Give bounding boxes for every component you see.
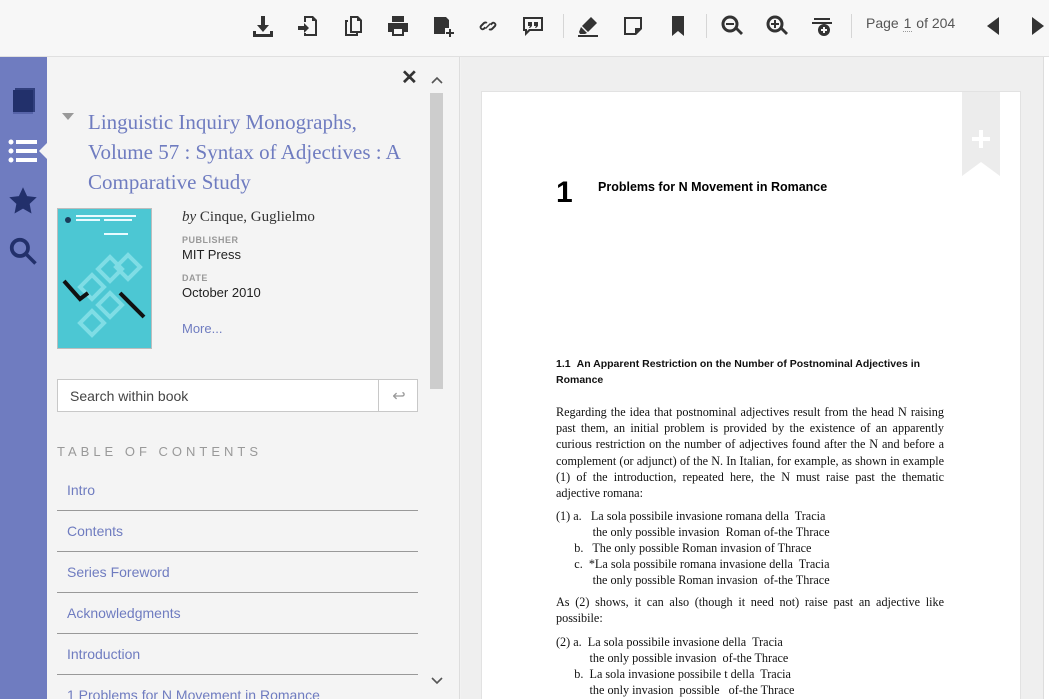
toc-item-introduction[interactable]: Introduction [57, 634, 418, 675]
paragraph-text: Regarding the idea that postnominal adje… [556, 405, 944, 501]
viewer-right-edge [1043, 57, 1049, 699]
fit-page-icon[interactable] [809, 12, 835, 40]
toc-item-intro[interactable]: Intro [57, 470, 418, 511]
note-icon[interactable] [620, 12, 646, 40]
author-name: Cinque, Guglielmo [199, 209, 315, 225]
panel-scrollbar[interactable] [428, 57, 445, 699]
toc-item-chapter-1[interactable]: 1 Problems for N Movement in Romance [57, 675, 418, 699]
paragraph-2: As (2) shows, it can also (though it nee… [556, 594, 944, 626]
example-1: (1) a. La sola possibile invasione roman… [556, 508, 956, 588]
search-icon[interactable] [6, 234, 40, 268]
export-icon[interactable] [295, 12, 321, 40]
page-number-input[interactable]: 1 [902, 15, 913, 32]
zoom-out-icon[interactable] [719, 12, 745, 40]
print-icon[interactable] [385, 12, 411, 40]
close-panel-button[interactable]: ✕ [401, 65, 418, 90]
scroll-down-icon[interactable] [430, 674, 443, 688]
example-line: c. *La sola possibile romana invasione d… [556, 557, 830, 571]
link-icon[interactable] [475, 12, 501, 40]
by-prefix: by [182, 209, 197, 225]
example-2: (2) a. La sola possibile invasione della… [556, 634, 956, 698]
bookmark-icon[interactable] [665, 12, 691, 40]
document-page: 1 Problems for N Movement in Romance 1.1… [481, 91, 1021, 699]
more-details-link[interactable]: More... [182, 321, 422, 336]
chapter-title: Problems for N Movement in Romance [598, 180, 828, 194]
author-line: by Cinque, Guglielmo [182, 209, 422, 226]
publisher-value: MIT Press [182, 247, 241, 262]
search-submit-icon[interactable]: ↩ [380, 380, 418, 411]
page-bookmark-icon[interactable] [962, 92, 1000, 176]
chapter-number: 1 [556, 176, 573, 209]
page-label-suffix: of 204 [916, 15, 956, 31]
publisher-block: PUBLISHER MIT Press [182, 235, 422, 262]
date-value: October 2010 [182, 285, 261, 300]
page-label-prefix: Page [866, 15, 899, 31]
collapse-details-icon[interactable] [62, 113, 74, 120]
search-input[interactable] [58, 380, 379, 411]
paragraph-1: Regarding the idea that postnominal adje… [556, 404, 944, 501]
example-line: b. The only possible Roman invasion of T… [556, 541, 812, 555]
example-line: the only possible invasion Roman of-the … [556, 525, 830, 539]
next-page-icon[interactable] [1024, 12, 1049, 40]
example-line: (1) a. La sola possibile invasione roman… [556, 509, 826, 523]
toolbar-divider [563, 14, 564, 38]
book-details-panel: ✕ Linguistic Inquiry Monographs, Volume … [47, 57, 428, 699]
copy-icon[interactable] [340, 12, 366, 40]
document-viewer[interactable]: 1 Problems for N Movement in Romance 1.1… [461, 57, 1049, 699]
scroll-up-icon[interactable] [430, 73, 443, 87]
example-line: the only possible invasion of-the Thrace [556, 651, 789, 665]
toc-item-acknowledgments[interactable]: Acknowledgments [57, 593, 418, 634]
page-indicator[interactable]: Page 1 of 204 [866, 15, 956, 32]
download-icon[interactable] [250, 12, 276, 40]
toolbar-divider [706, 14, 707, 38]
example-line: (2) a. La sola possibile invasione della… [556, 635, 783, 649]
section-number: 1.1 [556, 358, 571, 370]
section-heading: 1.1 An Apparent Restriction on the Number… [556, 356, 936, 388]
book-title[interactable]: Linguistic Inquiry Monographs, Volume 57… [88, 107, 418, 197]
panel-divider [445, 57, 460, 699]
toc-list: Intro Contents Series Foreword Acknowled… [57, 470, 418, 699]
example-line: the only possible Roman invasion of-the … [556, 573, 830, 587]
book-cover-image[interactable] [57, 208, 152, 349]
date-label: DATE [182, 273, 208, 283]
zoom-in-icon[interactable] [764, 12, 790, 40]
previous-page-icon[interactable] [981, 12, 1007, 40]
highlight-icon[interactable] [575, 12, 601, 40]
toolbar: Page 1 of 204 [0, 0, 1049, 57]
favorites-star-icon[interactable] [6, 184, 40, 218]
date-block: DATE October 2010 [182, 273, 422, 300]
toolbar-divider [851, 14, 852, 38]
add-to-folder-icon[interactable] [430, 12, 456, 40]
scrollbar-thumb[interactable] [430, 93, 443, 389]
toc-item-series-foreword[interactable]: Series Foreword [57, 552, 418, 593]
cite-icon[interactable] [520, 12, 546, 40]
toc-item-contents[interactable]: Contents [57, 511, 418, 552]
search-within-book: ↩ [57, 379, 418, 412]
contents-list-icon[interactable] [6, 134, 40, 168]
section-title: An Apparent Restriction on the Number of… [556, 358, 921, 386]
example-line: the only invasion possible of-the Thrace [556, 683, 795, 697]
example-line: b. La sola invasione possibile t della T… [556, 667, 791, 681]
publisher-label: PUBLISHER [182, 235, 239, 245]
active-indicator [39, 143, 47, 159]
side-rail [0, 57, 47, 699]
book-icon[interactable] [6, 84, 40, 118]
toc-heading: TABLE OF CONTENTS [57, 444, 262, 459]
paragraph-text: As (2) shows, it can also (though it nee… [556, 595, 944, 626]
